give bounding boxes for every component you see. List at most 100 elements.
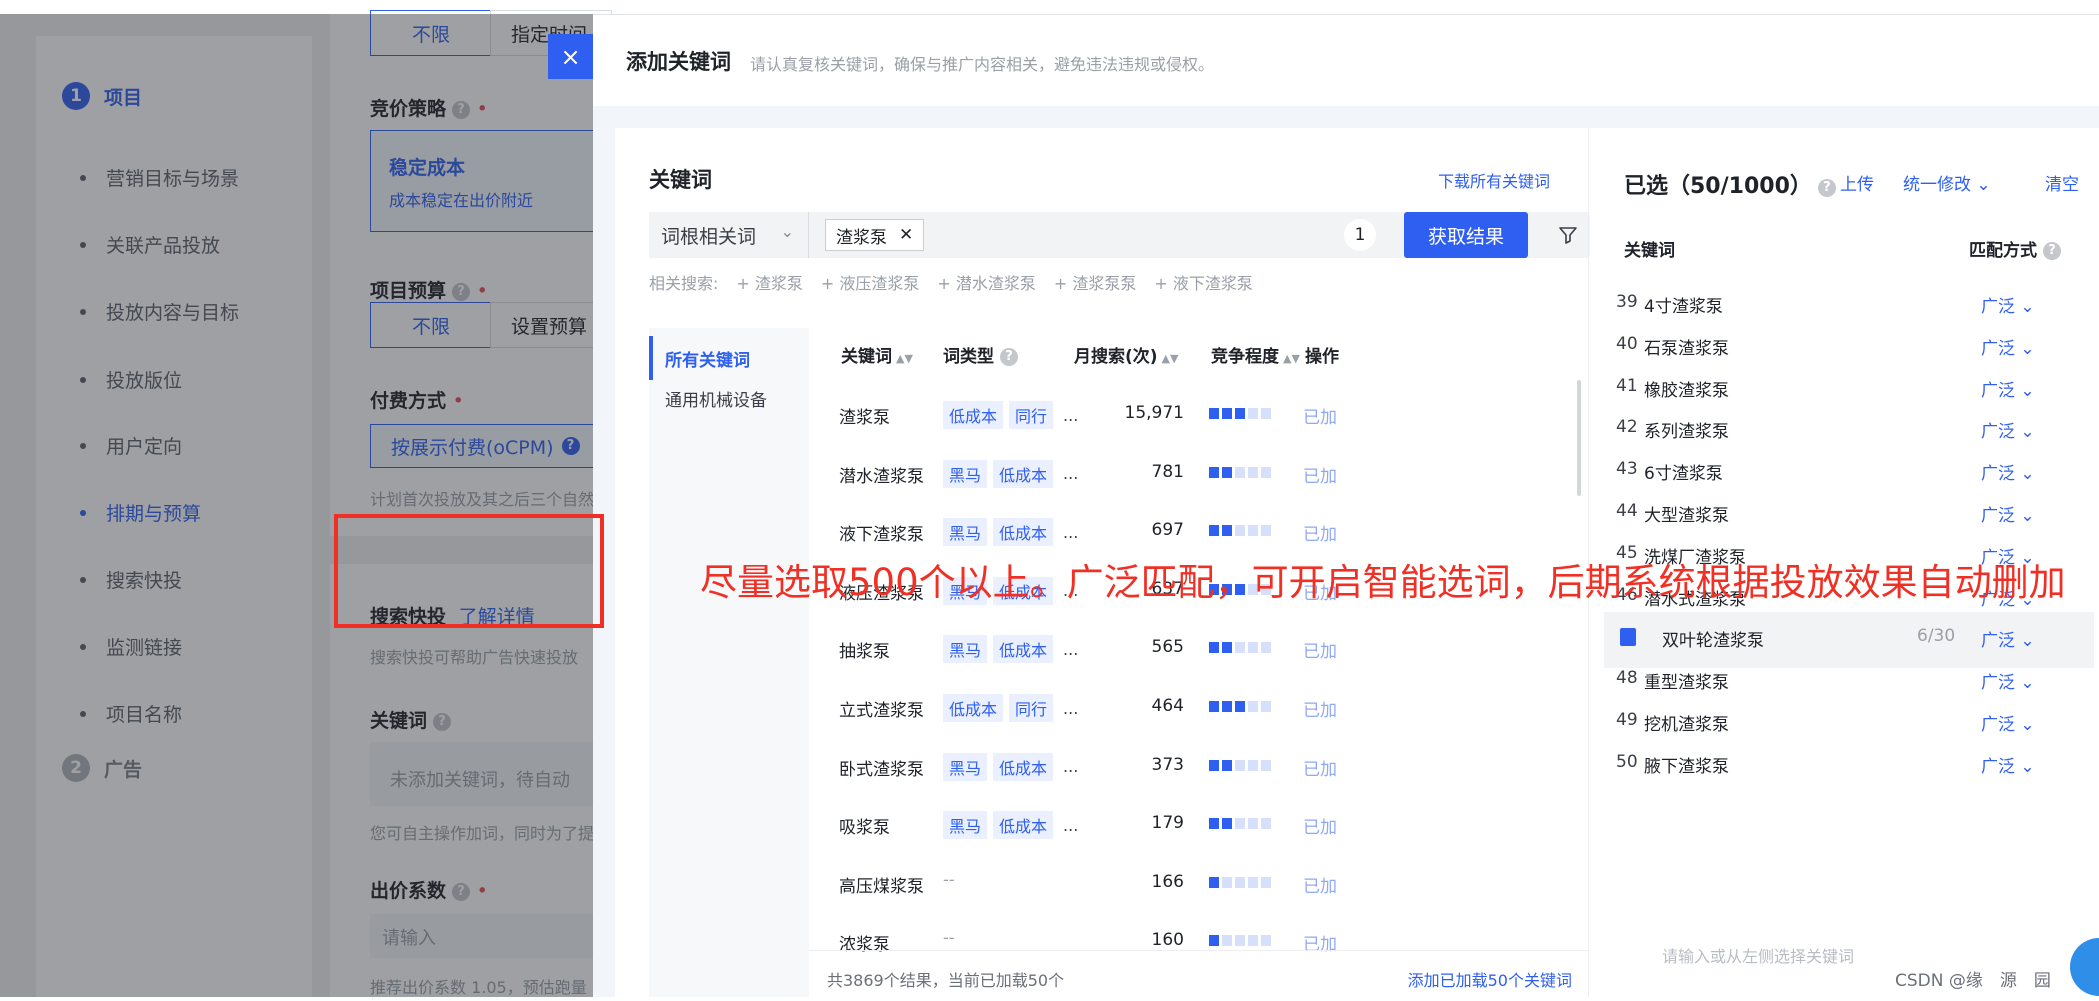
competition-segment xyxy=(1235,818,1245,830)
competition-bar xyxy=(1209,642,1274,654)
competition-segment xyxy=(1209,818,1219,830)
row-index: 42 xyxy=(1616,417,1638,438)
selected-row[interactable]: 50 腋下渣浆泵 广泛 ⌄ xyxy=(1604,738,2094,794)
table-scrollbar[interactable] xyxy=(1577,380,1581,496)
chevron-down-icon: ⌄ xyxy=(2015,673,2035,694)
download-all-keywords-link[interactable]: 下载所有关键词 xyxy=(1438,168,1550,192)
related-label: 相关搜索: xyxy=(649,274,719,293)
chevron-down-icon: ⌄ xyxy=(1971,175,1991,195)
upload-link[interactable]: 上传 xyxy=(1840,170,1874,195)
selected-keyword-name: 4寸渣浆泵 xyxy=(1644,297,1723,317)
clear-link[interactable]: 清空 xyxy=(2045,170,2079,195)
match-type-value: 广泛 xyxy=(1981,422,2015,443)
remove-tag-icon[interactable]: ✕ xyxy=(899,225,913,245)
filter-icon[interactable] xyxy=(1546,212,1590,258)
search-type-select[interactable]: 词根相关词 ⌄ xyxy=(649,212,809,258)
table-row[interactable]: 立式渣浆泵 低成本 同行... 464 已加 xyxy=(809,679,1569,737)
keyword-types: 低成本 同行... xyxy=(943,694,1078,722)
drawer-title: 添加关键词 xyxy=(626,50,731,74)
competition-segment xyxy=(1248,642,1258,654)
chevron-down-icon: ⌄ xyxy=(2015,631,2035,652)
category-all-keywords[interactable]: 所有关键词 xyxy=(649,336,809,380)
competition-segment xyxy=(1248,701,1258,712)
selected-keyword-name: 橡胶渣浆泵 xyxy=(1644,380,1729,401)
tag-count-badge: 1 xyxy=(1344,219,1376,251)
table-row[interactable]: 抽浆泵 黑马 低成本... 565 已加 xyxy=(809,620,1569,678)
competition-segment xyxy=(1235,876,1245,888)
empty-type: -- xyxy=(943,928,955,948)
chevron-down-icon: ⌄ xyxy=(2015,422,2035,443)
selected-keyword-name: 挖机渣浆泵 xyxy=(1644,715,1729,735)
chevron-down-icon: ⌄ xyxy=(2015,297,2035,317)
help-icon[interactable]: ? xyxy=(1817,179,1836,197)
keyword-name: 抽浆泵 xyxy=(839,642,890,663)
match-type-dropdown[interactable]: 广泛 ⌄ xyxy=(1981,376,2035,401)
row-index: 48 xyxy=(1616,668,1638,689)
empty-type: -- xyxy=(943,869,955,889)
selected-keyword-name: 石泵渣浆泵 xyxy=(1644,338,1729,359)
table-row[interactable]: 卧式渣浆泵 黑马 低成本... 373 已加 xyxy=(809,738,1569,796)
type-tag: 低成本 xyxy=(943,401,1004,429)
competition-segment xyxy=(1261,935,1271,947)
table-row[interactable]: 渣浆泵 低成本 同行... 15,971 已加 xyxy=(809,386,1569,444)
match-type-dropdown[interactable]: 广泛 ⌄ xyxy=(1981,710,2035,735)
help-icon[interactable]: ? xyxy=(2043,242,2061,260)
match-type-dropdown[interactable]: 广泛 ⌄ xyxy=(1981,334,2035,359)
competition-segment xyxy=(1261,642,1271,654)
related-search-item[interactable]: + 渣浆泵泵 xyxy=(1054,274,1137,293)
table-row[interactable]: 高压煤浆泵 -- 166 已加 xyxy=(809,855,1569,913)
match-type-dropdown[interactable]: 广泛 ⌄ xyxy=(1981,626,2035,651)
bulk-edit-dropdown[interactable]: 统一修改 ⌄ xyxy=(1903,170,1991,195)
added-status: 已加 xyxy=(1303,759,1337,780)
selected-keyword-input[interactable]: 请输入或从左侧选择关键词 xyxy=(1662,943,1854,967)
competition-segment xyxy=(1222,876,1232,888)
related-search-item[interactable]: + 潜水渣浆泵 xyxy=(937,274,1036,293)
result-count: 共3869个结果，当前已加载50个 xyxy=(827,971,1065,990)
sort-icon: ▲▼ xyxy=(896,352,913,365)
match-type-dropdown[interactable]: 广泛 ⌄ xyxy=(1981,668,2035,693)
keyword-name: 液下渣浆泵 xyxy=(839,525,924,546)
help-icon[interactable]: ? xyxy=(1000,348,1018,366)
keyword-types: 黑马 低成本... xyxy=(943,811,1078,840)
selected-keyword-name: 系列渣浆泵 xyxy=(1644,422,1729,443)
table-row[interactable]: 吸浆泵 黑马 低成本... 179 已加 xyxy=(809,796,1569,854)
monthly-volume: 565 xyxy=(1151,637,1184,658)
sort-icon: ▲▼ xyxy=(1161,352,1179,365)
selected-column-match: 匹配方式? xyxy=(1969,236,2061,261)
drawer-description: 请认真复核关键词，确保与推广内容相关，避免违法违规或侵权。 xyxy=(750,55,1215,74)
match-type-dropdown[interactable]: 广泛 ⌄ xyxy=(1981,501,2035,526)
match-type-dropdown[interactable]: 广泛 ⌄ xyxy=(1981,292,2035,317)
fetch-results-button[interactable]: 获取结果 xyxy=(1404,212,1528,258)
competition-segment xyxy=(1222,525,1232,537)
match-type-dropdown[interactable]: 广泛 ⌄ xyxy=(1981,417,2035,442)
chevron-down-icon: ⌄ xyxy=(2015,464,2035,485)
column-header-keyword[interactable]: 关键词 ▲▼ xyxy=(841,342,913,367)
column-header-competition[interactable]: 竞争程度 ▲▼ xyxy=(1211,342,1300,367)
table-row[interactable]: 潜水渣浆泵 黑马 低成本... 781 已加 xyxy=(809,445,1569,503)
related-search-item[interactable]: + 渣浆泵 xyxy=(736,274,803,293)
type-tag: 低成本 xyxy=(993,752,1054,781)
match-type-dropdown[interactable]: 广泛 ⌄ xyxy=(1981,459,2035,484)
selected-keyword-name: 双叶轮渣浆泵 xyxy=(1662,631,1764,652)
match-type-value: 广泛 xyxy=(1981,715,2015,735)
match-type-value: 广泛 xyxy=(1981,506,2015,526)
competition-segment xyxy=(1248,818,1258,830)
related-search-item[interactable]: + 液压渣浆泵 xyxy=(821,274,920,293)
match-type-dropdown[interactable]: 广泛 ⌄ xyxy=(1981,752,2035,777)
keyword-types: 黑马 低成本... xyxy=(943,635,1078,664)
trash-icon[interactable] xyxy=(1620,628,1636,647)
keyword-types: 黑马 低成本... xyxy=(943,752,1078,781)
competition-segment xyxy=(1261,408,1271,419)
column-header-operation: 操作 xyxy=(1305,347,1339,367)
competition-segment xyxy=(1209,408,1219,419)
competition-segment xyxy=(1209,642,1219,654)
modal-overlay[interactable] xyxy=(0,14,593,997)
related-search-item[interactable]: + 液下渣浆泵 xyxy=(1154,274,1253,293)
close-icon[interactable]: × xyxy=(548,34,593,79)
column-header-volume[interactable]: 月搜索(次) ▲▼ xyxy=(1074,342,1178,367)
table-row[interactable]: 液下渣浆泵 黑马 低成本... 697 已加 xyxy=(809,503,1569,561)
category-general-machinery[interactable]: 通用机械设备 xyxy=(649,376,809,420)
search-type-value: 词根相关词 xyxy=(661,225,757,248)
drawer-header: 添加关键词 请认真复核关键词，确保与推广内容相关，避免违法违规或侵权。 xyxy=(593,14,2099,106)
add-loaded-keywords-link[interactable]: 添加已加载50个关键词 xyxy=(1408,967,1572,991)
